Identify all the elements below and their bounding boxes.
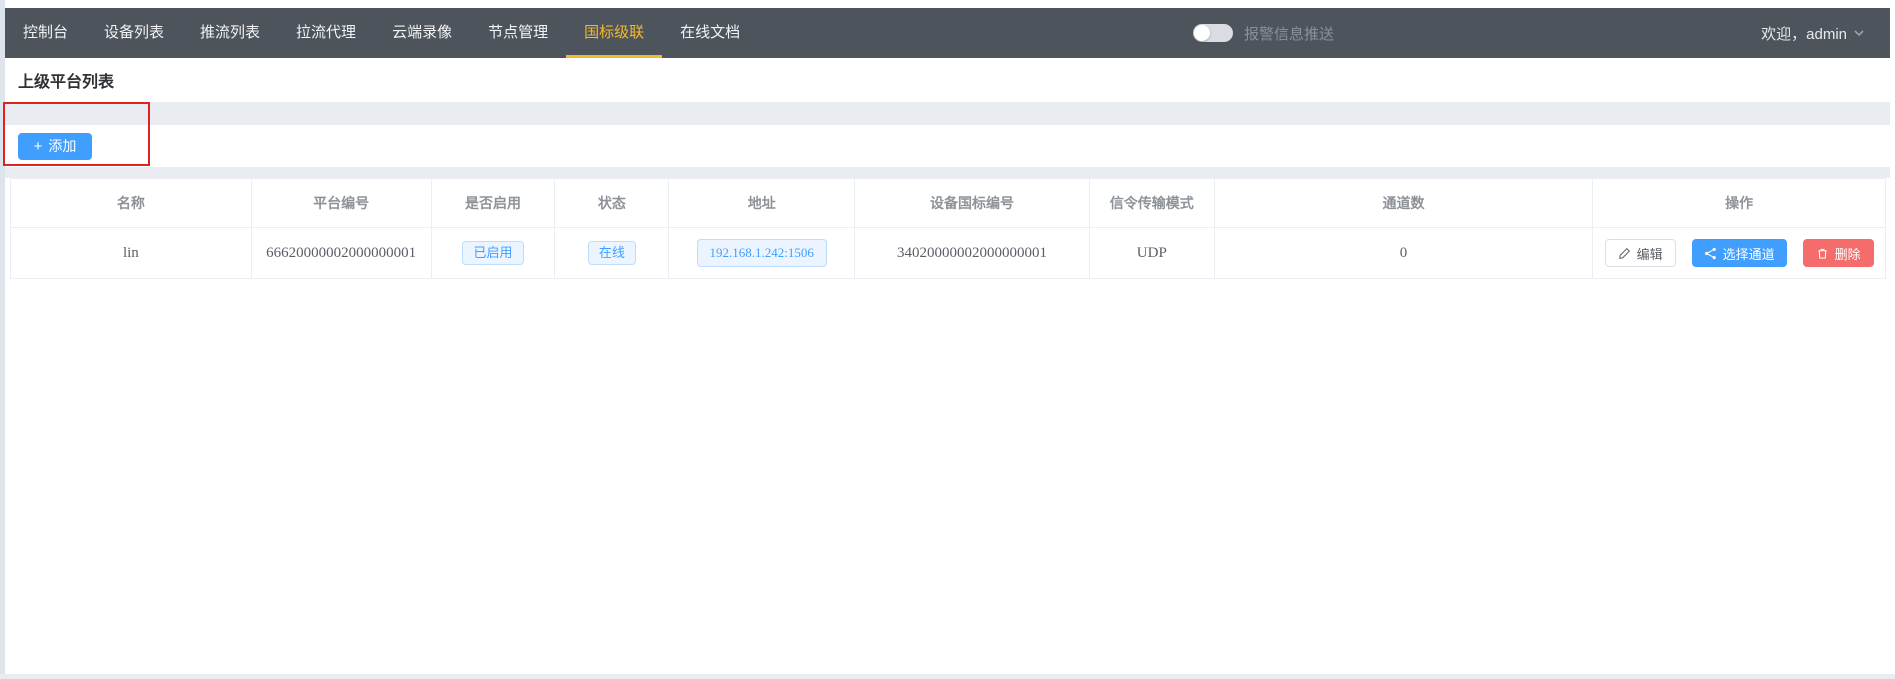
- status-badge: 在线: [588, 241, 636, 265]
- add-button-label: 添加: [48, 136, 76, 156]
- address-badge: 192.168.1.242:1506: [697, 239, 827, 267]
- user-menu[interactable]: 欢迎，admin: [1761, 8, 1865, 58]
- cell-actions: 编辑 选择通道: [1593, 228, 1885, 279]
- tab-pull-proxy[interactable]: 拉流代理: [278, 8, 374, 58]
- chevron-down-icon: [1853, 27, 1865, 39]
- alarm-push-label: 报警信息推送: [1244, 23, 1334, 44]
- header-gb-device-id: 设备国标编号: [855, 179, 1090, 228]
- header-signal-transport: 信令传输模式: [1090, 179, 1215, 228]
- header-channel-count: 通道数: [1215, 179, 1594, 228]
- select-channel-label: 选择通道: [1723, 244, 1775, 263]
- platform-table: 名称 平台编号 是否启用 状态 地址 设备国标编号 信令传输模式 通道数 操作 …: [10, 178, 1886, 279]
- row-actions: 编辑 选择通道: [1593, 239, 1885, 267]
- select-channel-button[interactable]: 选择通道: [1692, 239, 1787, 267]
- tab-node-manage[interactable]: 节点管理: [470, 8, 566, 58]
- alarm-push-group: 报警信息推送: [1193, 8, 1334, 58]
- table-header-row: 名称 平台编号 是否启用 状态 地址 设备国标编号 信令传输模式 通道数 操作: [11, 179, 1885, 228]
- delete-button-label: 删除: [1835, 244, 1861, 263]
- cell-name: lin: [11, 228, 252, 279]
- cell-status: 在线: [555, 228, 669, 279]
- cell-signal-transport: UDP: [1090, 228, 1215, 279]
- edit-button[interactable]: 编辑: [1605, 239, 1676, 267]
- toggle-knob: [1194, 25, 1210, 41]
- header-enabled: 是否启用: [432, 179, 556, 228]
- share-icon: [1704, 247, 1717, 260]
- page-title: 上级平台列表: [18, 68, 114, 92]
- cell-address: 192.168.1.242:1506: [669, 228, 855, 279]
- header-status: 状态: [555, 179, 669, 228]
- pencil-icon: [1618, 247, 1631, 260]
- tab-cloud-record[interactable]: 云端录像: [374, 8, 470, 58]
- tab-console[interactable]: 控制台: [5, 8, 86, 58]
- delete-button[interactable]: 删除: [1803, 239, 1874, 267]
- title-strip: 上级平台列表: [5, 58, 1890, 102]
- cell-channel-count: 0: [1215, 228, 1594, 279]
- plus-icon: +: [34, 139, 43, 154]
- add-button[interactable]: + 添加: [18, 133, 92, 160]
- tab-online-docs[interactable]: 在线文档: [662, 8, 758, 58]
- top-nav-bar: 控制台 设备列表 推流列表 拉流代理 云端录像 节点管理 国标级联 在线文档 报…: [5, 8, 1890, 58]
- header-platform-id: 平台编号: [252, 179, 432, 228]
- header-address: 地址: [669, 179, 855, 228]
- tab-gb-cascade-active[interactable]: 国标级联: [566, 8, 662, 58]
- tab-device-list[interactable]: 设备列表: [86, 8, 182, 58]
- cell-platform-id: 66620000002000000001: [252, 228, 432, 279]
- tab-push-list[interactable]: 推流列表: [182, 8, 278, 58]
- alarm-push-toggle[interactable]: [1193, 24, 1233, 42]
- cell-enabled: 已启用: [432, 228, 556, 279]
- enabled-badge: 已启用: [462, 241, 523, 265]
- welcome-text: 欢迎，admin: [1761, 23, 1847, 44]
- table-row: lin 66620000002000000001 已启用 在线 192.168.…: [11, 228, 1885, 279]
- toolbar: + 添加: [5, 125, 1890, 167]
- divider-band-top: [5, 102, 1890, 125]
- admin-console-page: 控制台 设备列表 推流列表 拉流代理 云端录像 节点管理 国标级联 在线文档 报…: [0, 0, 1895, 679]
- footer-band: [0, 674, 1895, 679]
- header-name: 名称: [11, 179, 252, 228]
- divider-band-bottom: [5, 167, 1890, 178]
- header-actions: 操作: [1593, 179, 1885, 228]
- cell-gb-device-id: 34020000002000000001: [855, 228, 1090, 279]
- edit-button-label: 编辑: [1637, 244, 1663, 263]
- trash-icon: [1816, 247, 1829, 260]
